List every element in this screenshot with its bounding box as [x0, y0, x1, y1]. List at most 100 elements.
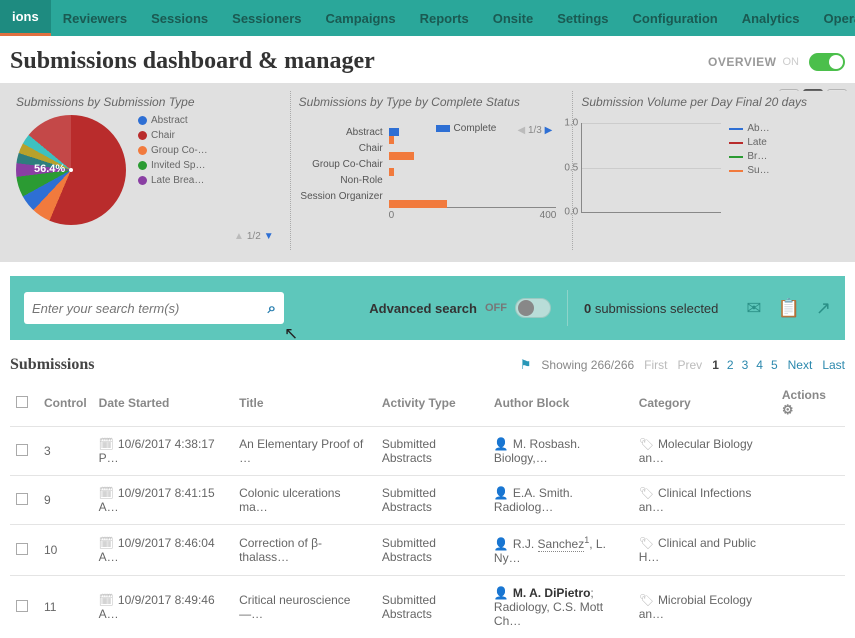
- table-heading: Submissions: [10, 356, 95, 374]
- row-checkbox[interactable]: [16, 600, 28, 612]
- hbar-chart[interactable]: AbstractChairGroup Co-ChairNon-RoleSessi…: [299, 125, 557, 203]
- cell-title[interactable]: Colonic ulcerations ma…: [233, 476, 376, 525]
- cell-date: 🗓10/9/2017 8:46:04 A…: [93, 525, 233, 576]
- cell-activity: Submitted Abstracts: [376, 427, 488, 476]
- tag-icon: 🏷: [639, 437, 654, 451]
- cell-control: 3: [38, 427, 93, 476]
- cell-author[interactable]: 👤M. Rosbash. Biology,…: [488, 427, 633, 476]
- legend-item[interactable]: Late Brea…: [138, 175, 208, 186]
- nav-tab-onsite[interactable]: Onsite: [481, 0, 545, 36]
- row-checkbox[interactable]: [16, 543, 28, 555]
- cell-control: 9: [38, 476, 93, 525]
- cell-activity: Submitted Abstracts: [376, 525, 488, 576]
- hbar-row: Session Organizer: [299, 189, 557, 203]
- gear-icon[interactable]: ⚙: [782, 402, 794, 417]
- legend-item[interactable]: Abstract: [138, 115, 208, 126]
- cell-activity: Submitted Abstracts: [376, 576, 488, 638]
- nav-tab-settings[interactable]: Settings: [545, 0, 620, 36]
- dashboard: ✱ ◔ ≡ Submissions by Submission Type 56.…: [0, 83, 855, 262]
- pager-page[interactable]: 3: [742, 358, 749, 372]
- pin-icon[interactable]: ⚑: [520, 357, 532, 373]
- line-legend: Ab… Late Br… Su…: [729, 123, 769, 213]
- table-row[interactable]: 10🗓10/9/2017 8:46:04 A…Correction of β-t…: [10, 525, 845, 576]
- advanced-search-toggle[interactable]: [515, 298, 551, 318]
- pie-pager[interactable]: ▲ 1/2 ▼: [16, 231, 274, 242]
- select-all-checkbox[interactable]: [16, 396, 28, 408]
- col-actions[interactable]: Actions ⚙: [776, 382, 845, 427]
- nav-tab-configuration[interactable]: Configuration: [621, 0, 730, 36]
- pager-page[interactable]: 4: [756, 358, 763, 372]
- col-author-block[interactable]: Author Block: [488, 382, 633, 427]
- legend-item[interactable]: Br…: [729, 151, 769, 162]
- col-date-started[interactable]: Date Started: [93, 382, 233, 427]
- cell-actions[interactable]: [776, 525, 845, 576]
- cell-category: 🏷Clinical Infections an…: [633, 476, 776, 525]
- cell-title[interactable]: Critical neuroscience—…: [233, 576, 376, 638]
- line-chart[interactable]: 1.0 0.5 0.0: [581, 123, 721, 213]
- legend-item[interactable]: Su…: [729, 165, 769, 176]
- cell-control: 10: [38, 525, 93, 576]
- person-icon: 👤: [494, 537, 509, 551]
- search-icon[interactable]: ⌕: [268, 300, 276, 317]
- pager-last[interactable]: Last: [822, 358, 845, 372]
- table-row[interactable]: 11🗓10/9/2017 8:49:46 A…Critical neurosci…: [10, 576, 845, 638]
- submissions-table: ControlDate StartedTitleActivity TypeAut…: [10, 382, 845, 638]
- cell-actions[interactable]: [776, 576, 845, 638]
- cell-category: 🏷Clinical and Public H…: [633, 525, 776, 576]
- nav-tab-ions[interactable]: ions: [0, 0, 51, 36]
- pager-prev[interactable]: Prev: [678, 358, 703, 372]
- clipboard-icon[interactable]: 📋: [777, 298, 799, 319]
- pager-next[interactable]: Next: [788, 358, 813, 372]
- legend-item[interactable]: Invited Sp…: [138, 160, 208, 171]
- open-external-icon[interactable]: ↗: [816, 298, 831, 319]
- calendar-icon: 🗓: [99, 536, 114, 550]
- table-row[interactable]: 3🗓10/6/2017 4:38:17 P…An Elementary Proo…: [10, 427, 845, 476]
- col-control[interactable]: Control: [38, 382, 93, 427]
- overview-toggle[interactable]: [809, 53, 845, 71]
- cell-actions[interactable]: [776, 476, 845, 525]
- cell-author[interactable]: 👤R.J. Sanchez1, L. Ny…: [488, 525, 633, 576]
- legend-item[interactable]: Late: [729, 137, 769, 148]
- mail-icon[interactable]: ✉: [746, 298, 761, 319]
- cell-title[interactable]: Correction of β-thalass…: [233, 525, 376, 576]
- tag-icon: 🏷: [639, 486, 654, 500]
- row-checkbox[interactable]: [16, 493, 28, 505]
- nav-tab-reports[interactable]: Reports: [408, 0, 481, 36]
- pager-page[interactable]: 2: [727, 358, 734, 372]
- pager-page[interactable]: 5: [771, 358, 778, 372]
- col-category[interactable]: Category: [633, 382, 776, 427]
- cell-author[interactable]: 👤E.A. Smith. Radiolog…: [488, 476, 633, 525]
- nav-tab-reviewers[interactable]: Reviewers: [51, 0, 139, 36]
- legend-item[interactable]: Chair: [138, 130, 208, 141]
- search-box[interactable]: ⌕: [24, 292, 284, 324]
- nav-tab-sessioners[interactable]: Sessioners: [220, 0, 313, 36]
- legend-item[interactable]: Ab…: [729, 123, 769, 134]
- tag-icon: 🏷: [639, 593, 654, 607]
- nav-tab-operation[interactable]: Operation: [812, 0, 855, 36]
- tag-icon: 🏷: [639, 536, 654, 550]
- table-row[interactable]: 9🗓10/9/2017 8:41:15 A…Colonic ulceration…: [10, 476, 845, 525]
- search-input[interactable]: [32, 301, 268, 316]
- nav-tab-analytics[interactable]: Analytics: [730, 0, 812, 36]
- pie-chart[interactable]: 56.4%: [16, 115, 126, 225]
- pager-first[interactable]: First: [644, 358, 667, 372]
- cell-date: 🗓10/9/2017 8:41:15 A…: [93, 476, 233, 525]
- panel-submission-type: Submissions by Submission Type 56.4% Abs…: [8, 91, 282, 250]
- person-icon: 👤: [494, 586, 509, 600]
- legend-item[interactable]: Group Co-…: [138, 145, 208, 156]
- hbar-row: Abstract: [299, 125, 557, 139]
- cell-author[interactable]: 👤M. A. DiPietro;Radiology, C.S. Mott Ch…: [488, 576, 633, 638]
- cell-actions[interactable]: [776, 427, 845, 476]
- top-nav: ionsReviewersSessionsSessionersCampaigns…: [0, 0, 855, 36]
- col-activity-type[interactable]: Activity Type: [376, 382, 488, 427]
- col-title[interactable]: Title: [233, 382, 376, 427]
- advanced-search-label[interactable]: Advanced search: [369, 301, 477, 316]
- cell-category: 🏷Microbial Ecology an…: [633, 576, 776, 638]
- row-checkbox[interactable]: [16, 444, 28, 456]
- cell-title[interactable]: An Elementary Proof of …: [233, 427, 376, 476]
- nav-tab-sessions[interactable]: Sessions: [139, 0, 220, 36]
- nav-tab-campaigns[interactable]: Campaigns: [314, 0, 408, 36]
- pie-slice-label: 56.4%: [34, 163, 65, 175]
- person-icon: 👤: [494, 486, 509, 500]
- pager-page[interactable]: 1: [712, 358, 719, 372]
